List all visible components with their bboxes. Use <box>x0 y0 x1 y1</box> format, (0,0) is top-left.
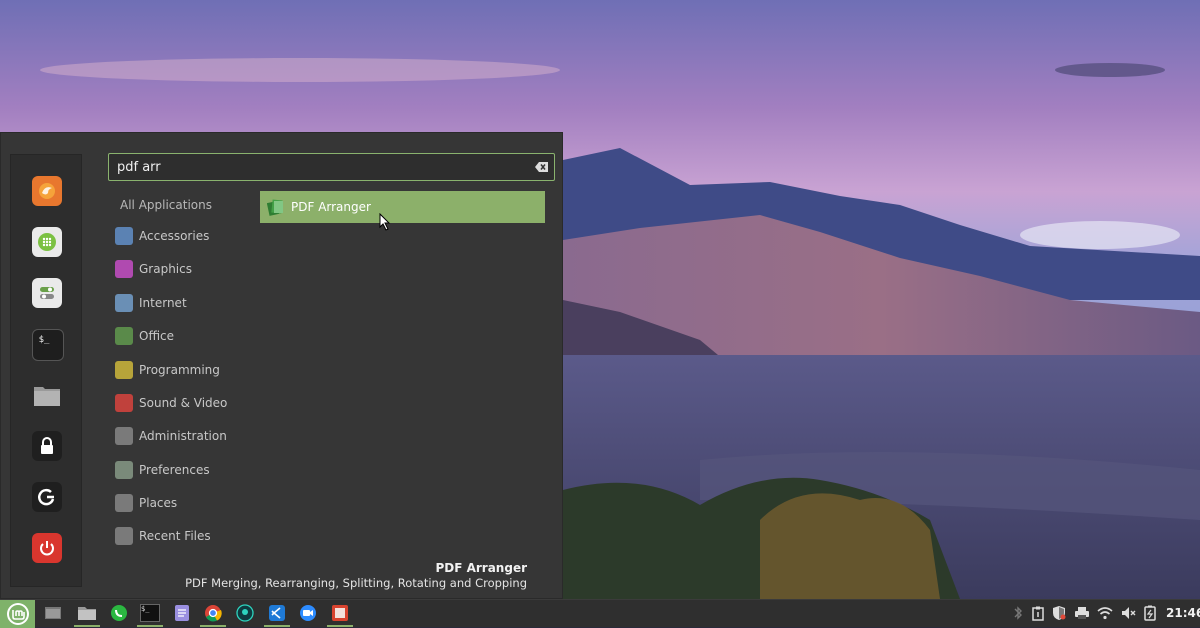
power-icon[interactable] <box>32 533 62 563</box>
category-sound-video[interactable]: Sound & Video <box>115 391 227 415</box>
terminal-icon[interactable]: $_ <box>32 329 64 361</box>
application-menu: $_ All Applications Accessories Graphics I… <box>0 132 563 599</box>
graphics-icon <box>115 260 133 278</box>
places-folder-icon <box>115 494 133 512</box>
internet-icon <box>115 294 133 312</box>
category-label: Preferences <box>139 463 210 477</box>
category-administration[interactable]: Administration <box>115 424 227 448</box>
sound-video-icon <box>115 394 133 412</box>
taskbar: $_ 21:46 <box>0 599 1200 628</box>
preferences-icon <box>115 461 133 479</box>
search-result-label: PDF Arranger <box>291 200 371 214</box>
show-desktop-icon[interactable] <box>43 603 63 623</box>
system-settings-icon[interactable] <box>32 278 62 308</box>
pdf-arranger-icon[interactable] <box>330 603 350 623</box>
category-accessories[interactable]: Accessories <box>115 224 209 248</box>
category-places[interactable]: Places <box>115 491 177 515</box>
recent-files-icon <box>115 527 133 545</box>
firefox-icon[interactable] <box>32 176 62 206</box>
category-programming[interactable]: Programming <box>115 358 220 382</box>
clock[interactable]: 21:46 <box>1166 606 1200 620</box>
text-editor-icon[interactable] <box>172 603 192 623</box>
category-office[interactable]: Office <box>115 324 174 348</box>
files-icon[interactable] <box>32 380 62 410</box>
app-description-title: PDF Arranger <box>435 561 527 575</box>
vscode-icon[interactable] <box>267 603 287 623</box>
search-input[interactable] <box>108 153 555 181</box>
logout-icon[interactable] <box>32 482 62 512</box>
pdf-arranger-icon <box>267 199 283 216</box>
mouse-cursor-icon <box>379 213 391 231</box>
category-label: Programming <box>139 363 220 377</box>
gitkraken-icon[interactable] <box>235 603 255 623</box>
category-label: Administration <box>139 429 227 443</box>
category-recent-files[interactable]: Recent Files <box>115 524 211 548</box>
category-label: Office <box>139 329 175 343</box>
office-icon <box>115 327 133 345</box>
favorites-panel: $_ <box>10 154 82 587</box>
programming-icon <box>115 361 133 379</box>
shield-icon[interactable] <box>1051 605 1067 621</box>
software-manager-icon[interactable] <box>32 227 62 257</box>
clipboard-icon[interactable] <box>1030 605 1046 621</box>
category-label: Sound & Video <box>139 396 228 410</box>
category-label: Graphics <box>139 262 192 276</box>
volume-icon[interactable] <box>1120 605 1136 621</box>
printer-icon[interactable] <box>1074 605 1090 621</box>
wifi-icon[interactable] <box>1097 605 1113 621</box>
category-label: All Applications <box>120 198 212 212</box>
search-result-pdf-arranger[interactable]: PDF Arranger <box>260 191 545 223</box>
category-label: Internet <box>139 296 187 310</box>
terminal-icon[interactable]: $_ <box>140 603 160 623</box>
category-label: Accessories <box>139 229 210 243</box>
files-icon[interactable] <box>77 603 97 623</box>
category-all-applications[interactable]: All Applications <box>120 193 212 217</box>
app-description-text: PDF Merging, Rearranging, Splitting, Rot… <box>185 576 527 590</box>
category-graphics[interactable]: Graphics <box>115 257 192 281</box>
chrome-icon[interactable] <box>203 603 223 623</box>
menu-button[interactable] <box>0 600 35 628</box>
category-label: Recent Files <box>139 529 211 543</box>
battery-icon[interactable] <box>1142 605 1158 621</box>
whatsapp-icon[interactable] <box>109 603 129 623</box>
linux-mint-logo-icon <box>6 603 29 625</box>
zoom-icon[interactable] <box>298 603 318 623</box>
bluetooth-icon[interactable] <box>1010 605 1026 621</box>
accessories-icon <box>115 227 133 245</box>
category-label: Places <box>139 496 178 510</box>
category-preferences[interactable]: Preferences <box>115 458 210 482</box>
category-internet[interactable]: Internet <box>115 291 187 315</box>
administration-icon <box>115 427 133 445</box>
lock-screen-icon[interactable] <box>32 431 62 461</box>
clear-search-icon[interactable] <box>535 161 549 173</box>
